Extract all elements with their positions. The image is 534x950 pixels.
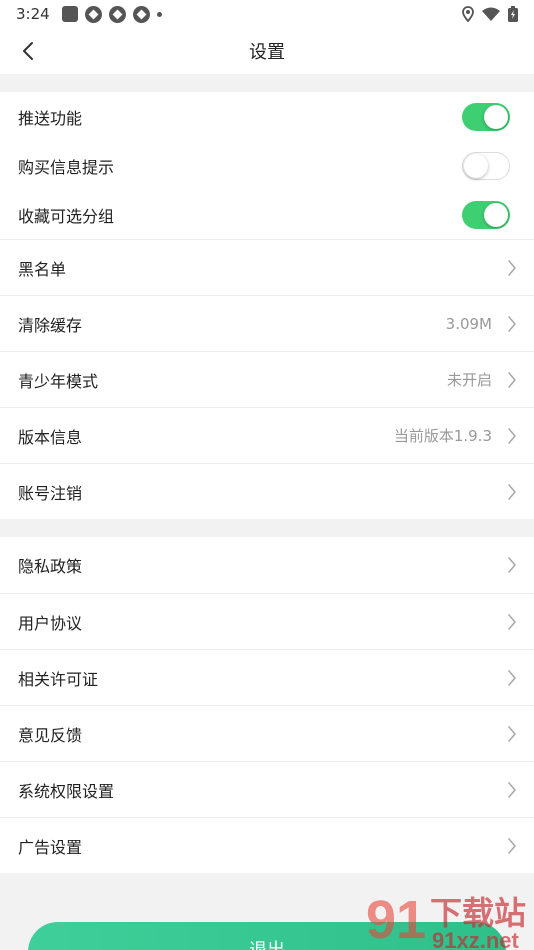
setting-system-permissions[interactable]: 系统权限设置 bbox=[0, 761, 534, 817]
app-notification-icon bbox=[132, 5, 150, 23]
setting-label: 购买信息提示 bbox=[18, 157, 115, 177]
toggle-knob bbox=[484, 104, 508, 129]
chevron-right-icon bbox=[506, 483, 518, 501]
setting-feedback[interactable]: 意见反馈 bbox=[0, 705, 534, 761]
chevron-right-icon bbox=[506, 781, 518, 799]
location-icon bbox=[462, 6, 474, 22]
setting-favorite-group: 收藏可选分组 bbox=[0, 190, 534, 239]
watermark-text-top: 下载站 bbox=[430, 894, 526, 932]
back-button[interactable] bbox=[14, 36, 42, 66]
setting-label: 隐私政策 bbox=[18, 557, 83, 576]
app-notification-icon bbox=[84, 5, 102, 23]
settings-group-main: 推送功能 购买信息提示 收藏可选分组 黑名单 清除缓存 3.09M 青少年模式 … bbox=[0, 92, 534, 519]
site-watermark-logo: 91 下载站 91xz.net bbox=[366, 890, 526, 950]
setting-label: 收藏可选分组 bbox=[18, 206, 115, 226]
setting-user-agreement[interactable]: 用户协议 bbox=[0, 593, 534, 649]
chevron-right-icon bbox=[506, 669, 518, 687]
setting-teen-mode[interactable]: 青少年模式 未开启 bbox=[0, 351, 534, 407]
setting-label: 账号注销 bbox=[18, 483, 83, 503]
setting-licenses[interactable]: 相关许可证 bbox=[0, 649, 534, 705]
settings-group-legal: 隐私政策 用户协议 相关许可证 意见反馈 系统权限设置 广告设置 bbox=[0, 537, 534, 873]
watermark-text-bottom: 91xz.net bbox=[432, 928, 519, 950]
toggle-knob bbox=[464, 153, 488, 178]
setting-label: 清除缓存 bbox=[18, 315, 83, 335]
notification-icons bbox=[61, 5, 162, 23]
favorite-group-toggle[interactable] bbox=[462, 200, 510, 229]
setting-label: 相关许可证 bbox=[18, 669, 99, 689]
setting-account-deletion[interactable]: 账号注销 bbox=[0, 463, 534, 519]
chevron-left-icon bbox=[23, 42, 33, 60]
toggle-knob bbox=[484, 202, 508, 227]
setting-label: 黑名单 bbox=[18, 259, 67, 279]
chevron-right-icon bbox=[506, 259, 518, 277]
cache-size-value: 3.09M bbox=[445, 314, 492, 333]
watermark-number: 91 bbox=[366, 890, 426, 950]
section-divider bbox=[0, 74, 534, 92]
push-toggle[interactable] bbox=[462, 102, 510, 131]
section-divider bbox=[0, 519, 534, 537]
setting-label: 版本信息 bbox=[18, 427, 83, 447]
chevron-right-icon bbox=[506, 371, 518, 389]
chevron-right-icon bbox=[506, 613, 518, 631]
more-notifications-icon bbox=[156, 11, 162, 17]
setting-label: 意见反馈 bbox=[18, 725, 83, 745]
setting-version-info[interactable]: 版本信息 当前版本1.9.3 bbox=[0, 407, 534, 463]
battery-icon bbox=[508, 6, 518, 22]
status-time: 3:24 bbox=[16, 5, 50, 23]
setting-label: 青少年模式 bbox=[18, 371, 99, 391]
top-nav-bar: 设置 bbox=[0, 28, 534, 74]
purchase-notice-toggle[interactable] bbox=[462, 151, 510, 180]
chevron-right-icon bbox=[506, 315, 518, 333]
setting-purchase-notice: 购买信息提示 bbox=[0, 141, 534, 190]
version-value: 当前版本1.9.3 bbox=[393, 427, 492, 445]
status-bar: 3:24 bbox=[0, 0, 534, 28]
setting-label: 推送功能 bbox=[18, 108, 83, 128]
wifi-icon bbox=[482, 7, 500, 21]
setting-ad-settings[interactable]: 广告设置 bbox=[0, 817, 534, 873]
app-notification-icon bbox=[108, 5, 126, 23]
setting-blacklist[interactable]: 黑名单 bbox=[0, 239, 534, 295]
setting-push: 推送功能 bbox=[0, 92, 534, 141]
setting-privacy-policy[interactable]: 隐私政策 bbox=[0, 537, 534, 593]
chevron-right-icon bbox=[506, 837, 518, 855]
setting-label: 系统权限设置 bbox=[18, 781, 115, 801]
chevron-right-icon bbox=[506, 725, 518, 743]
chevron-right-icon bbox=[506, 427, 518, 445]
app-notification-icon bbox=[61, 6, 78, 22]
chevron-right-icon bbox=[506, 556, 518, 574]
setting-label: 用户协议 bbox=[18, 613, 83, 633]
setting-clear-cache[interactable]: 清除缓存 3.09M bbox=[0, 295, 534, 351]
teen-mode-value: 未开启 bbox=[446, 371, 492, 389]
setting-label: 广告设置 bbox=[18, 837, 83, 857]
page-title: 设置 bbox=[249, 42, 285, 63]
